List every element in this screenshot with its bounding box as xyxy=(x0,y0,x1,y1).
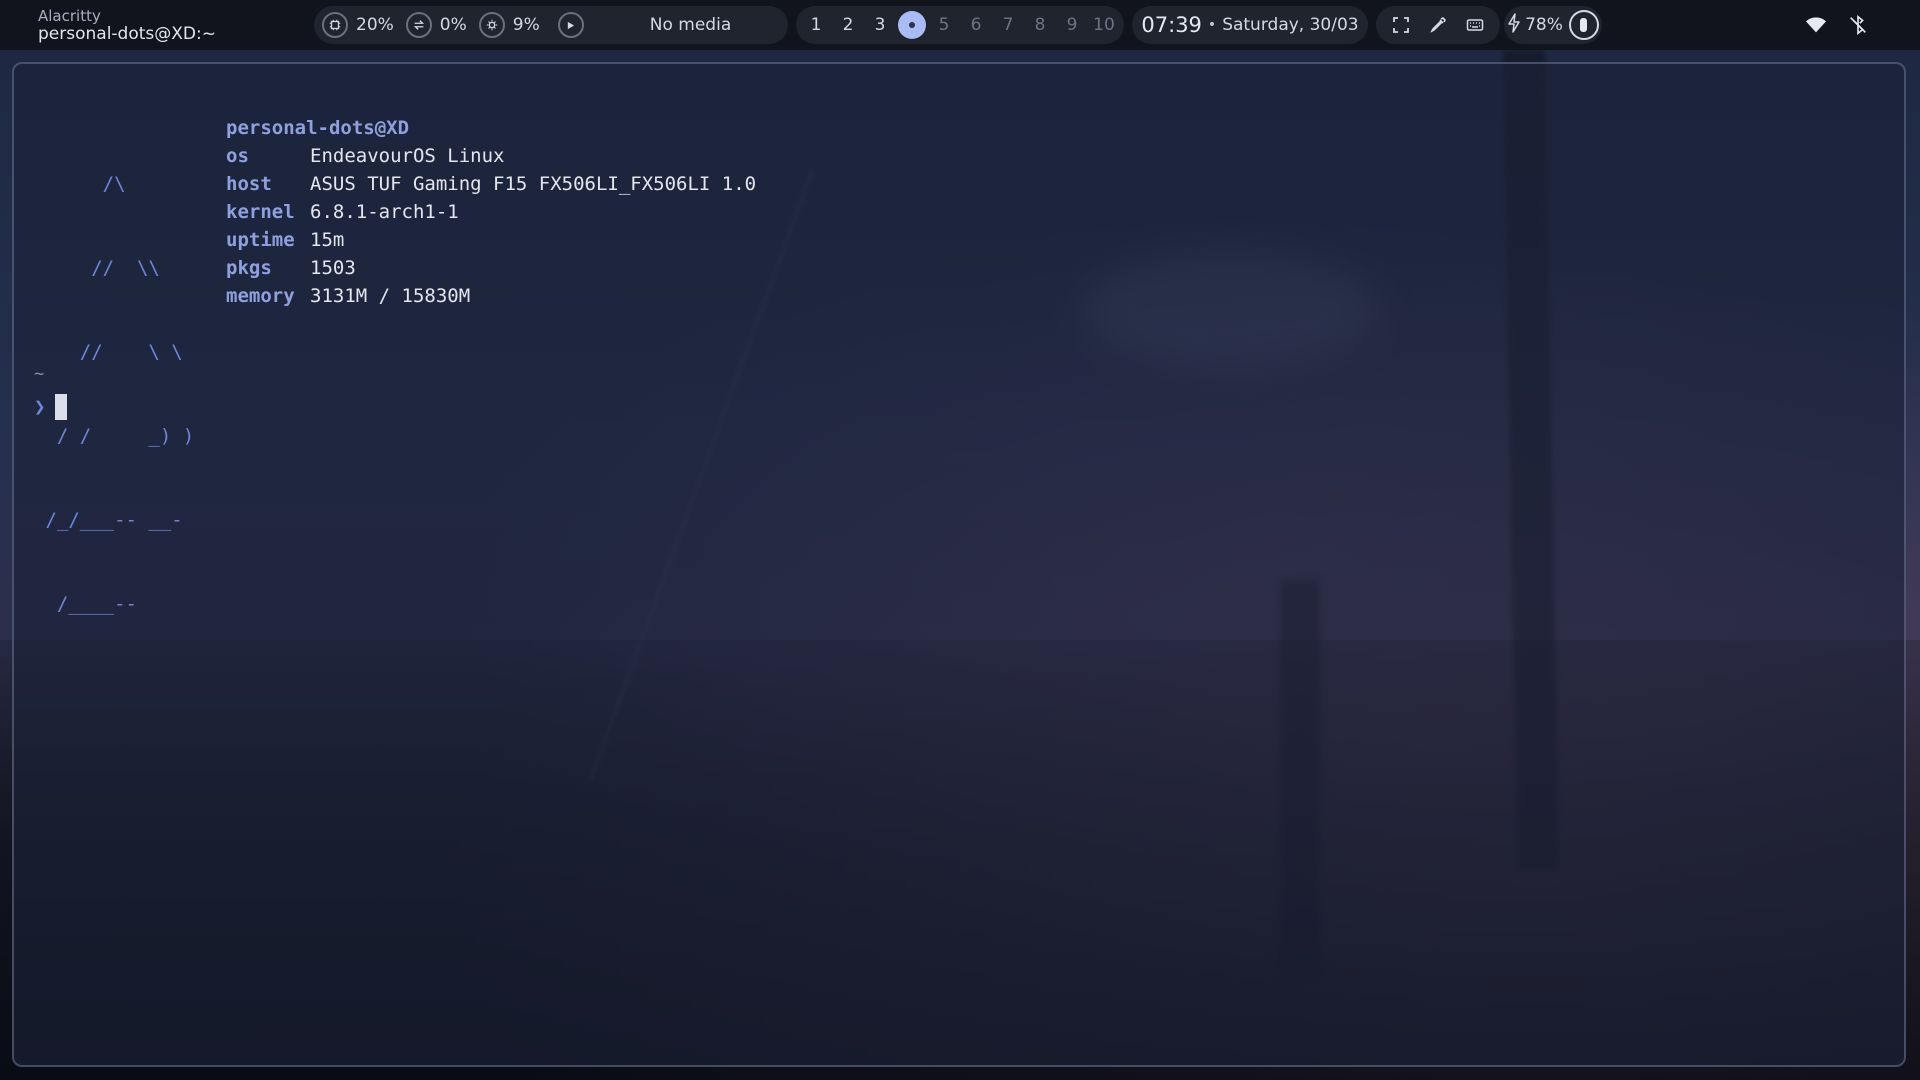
system-info: personal-dots@XD os EndeavourOS Linux hos… xyxy=(226,114,756,310)
cpu-usage[interactable]: 20% xyxy=(322,12,394,38)
window-title: personal-dots@XD:~ xyxy=(38,24,216,44)
window-class: Alacritty xyxy=(38,7,101,25)
workspace-7[interactable]: 7 xyxy=(994,11,1022,39)
info-row-uptime: uptime 15m xyxy=(226,229,345,251)
clock-date: Saturday, 30/03 xyxy=(1222,15,1359,35)
text-cursor xyxy=(55,394,68,420)
color-picker-icon[interactable] xyxy=(1424,11,1452,39)
memory-icon xyxy=(478,12,505,38)
workspace-3[interactable]: 3 xyxy=(866,11,894,39)
wifi-icon[interactable] xyxy=(1804,13,1828,37)
keyboard-icon[interactable] xyxy=(1461,11,1489,39)
clock-separator: • xyxy=(1207,17,1217,33)
swap-icon xyxy=(405,12,432,38)
shell-prompt[interactable]: ❯ xyxy=(34,394,68,420)
workspace-9[interactable]: 9 xyxy=(1058,11,1086,39)
info-row-host: host ASUS TUF Gaming F15 FX506LI_FX506LI … xyxy=(226,173,757,195)
terminal-window[interactable]: /\ // \\ // \ \ / / _) ) /_/___-- __- /_… xyxy=(12,62,1906,1067)
fullscreen-icon[interactable] xyxy=(1387,11,1415,39)
swap-usage[interactable]: 0% xyxy=(405,12,467,38)
workspace-10[interactable]: 10 xyxy=(1090,11,1118,39)
info-row-pkgs: pkgs 1503 xyxy=(226,257,356,279)
prompt-symbol: ❯ xyxy=(34,396,46,418)
info-row-memory: memory 3131M / 15830M xyxy=(226,285,471,307)
workspace-1[interactable]: 1 xyxy=(802,11,830,39)
current-directory: ~ xyxy=(34,364,45,384)
media-title[interactable]: No media xyxy=(650,15,731,35)
resources-module: 20% 0% 9% No media xyxy=(314,6,788,44)
utilities-module xyxy=(1376,6,1500,44)
top-bar: Alacritty personal-dots@XD:~ 20% 0% 9% N… xyxy=(0,0,1920,50)
bolt-icon xyxy=(1507,13,1521,37)
active-window-info: Alacritty personal-dots@XD:~ xyxy=(38,7,216,43)
cpu-value: 20% xyxy=(356,15,394,35)
clock-module[interactable]: 07:39 • Saturday, 30/03 xyxy=(1132,6,1368,44)
workspace-2[interactable]: 2 xyxy=(834,11,862,39)
memory-value: 9% xyxy=(512,15,540,35)
info-row-kernel: kernel 6.8.1-arch1-1 xyxy=(226,201,459,223)
bluetooth-off-icon[interactable] xyxy=(1846,13,1870,37)
clock-time: 07:39 xyxy=(1141,13,1202,37)
workspace-6[interactable]: 6 xyxy=(962,11,990,39)
battery-percent: 78% xyxy=(1525,15,1563,35)
workspace-5[interactable]: 5 xyxy=(930,11,958,39)
battery-icon xyxy=(1568,10,1599,40)
info-row-os: os EndeavourOS Linux xyxy=(226,145,505,167)
swap-value: 0% xyxy=(439,15,467,35)
memory-usage[interactable]: 9% xyxy=(478,12,540,38)
workspaces-module: 1 2 3 5 6 7 8 9 10 xyxy=(796,6,1124,44)
user-host: personal-dots@XD xyxy=(226,117,410,139)
workspace-8[interactable]: 8 xyxy=(1026,11,1054,39)
play-icon[interactable] xyxy=(557,12,584,38)
battery-module[interactable]: 78% xyxy=(1504,6,1602,44)
cpu-icon xyxy=(322,12,348,38)
workspace-active[interactable] xyxy=(898,11,926,39)
